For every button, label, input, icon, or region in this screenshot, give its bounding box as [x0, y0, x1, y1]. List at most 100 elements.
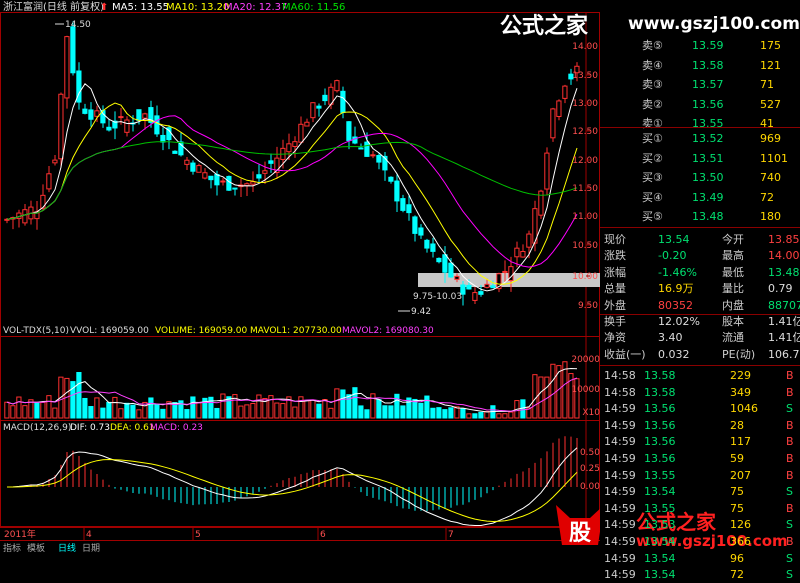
candle [346, 121, 352, 142]
price-axis-label: 13.50 [572, 71, 598, 81]
tick-volume: 75 [730, 485, 744, 499]
tick-volume: 229 [730, 369, 751, 382]
tick-time: 14:58 [604, 385, 636, 399]
tick-row: 14:59 13.54 72 S [600, 567, 800, 583]
tab-date[interactable]: 日期 [82, 543, 100, 554]
volume-bar [190, 396, 196, 419]
low-annotation: 9.42 [411, 307, 431, 317]
bid-label: 买④ [642, 190, 663, 204]
candle [292, 141, 298, 147]
tick-side: B [786, 501, 794, 515]
volume-bar [508, 411, 514, 419]
tick-side: B [786, 385, 794, 399]
volume-bar [394, 393, 400, 419]
tick-volume: 349 [730, 385, 751, 399]
volume-bar [130, 404, 136, 419]
volume-bar [106, 401, 112, 419]
volume-bar [370, 393, 376, 419]
stat-label-2: 内盘 [722, 298, 744, 312]
volume-bar [148, 397, 154, 419]
tick-time: 14:59 [604, 485, 636, 499]
tick-side: S [786, 518, 793, 532]
bid-label: 买① [642, 132, 663, 145]
stat-label-1: 收益(一) [604, 347, 646, 361]
candle [70, 26, 76, 74]
stat-label-2: 今开 [722, 233, 744, 246]
macd-title: MACD(12,26,9) [3, 423, 71, 433]
candle [406, 204, 412, 214]
tick-side: S [786, 485, 793, 499]
tab-daily[interactable]: 日线 [58, 542, 76, 554]
candle [454, 275, 460, 280]
ask-label: 卖⑤ [642, 39, 663, 52]
vol-axis-20000: 20000 [571, 355, 600, 365]
tick-row: 14:59 13.55 75 B [600, 501, 800, 517]
ask-volume: 121 [760, 58, 781, 72]
stat-row: 现价 13.54 今开 13.85 [600, 232, 800, 248]
tick-side: S [786, 402, 793, 416]
ask-row: 卖② 13.56 527 [600, 97, 800, 113]
volume-bar [238, 405, 244, 419]
candlesticks [4, 21, 580, 306]
ask-volume: 527 [760, 97, 781, 111]
tick-volume: 1046 [730, 402, 758, 416]
price-axis-label: 11.00 [572, 212, 598, 222]
candle [232, 187, 238, 190]
candle [64, 36, 70, 99]
volume-bar [352, 387, 358, 419]
bid-volume: 180 [760, 210, 781, 223]
ask-price: 13.57 [692, 78, 724, 91]
candle [322, 94, 328, 102]
time-axis-month-6: 6 [320, 530, 326, 540]
vol-title: VOL-TDX(5,10) [3, 326, 69, 336]
tick-row: 14:59 13.54 96 S [600, 551, 800, 567]
stat-value-1: 13.54 [658, 233, 690, 246]
time-axis-year: 2011年 [4, 528, 36, 540]
volume-bar [46, 395, 52, 419]
ask-volume: 71 [760, 78, 774, 91]
tick-volume: 59 [730, 452, 744, 465]
stat-value-2: 106.7 [768, 347, 800, 361]
stat-label-1: 换手 [604, 315, 626, 328]
vol-axis-10000: 10000 [571, 385, 600, 395]
stat-value-1: 12.02% [658, 315, 700, 328]
volume-bar [208, 396, 214, 419]
volume-bar [334, 388, 340, 419]
tab-template[interactable]: 模板 [27, 542, 45, 554]
tick-row: 14:59 13.53 126 S [600, 517, 800, 533]
candle [268, 160, 274, 164]
bid-price: 13.51 [692, 151, 724, 165]
stat-value-2: 13.85 [768, 233, 800, 246]
ask-label: 卖① [642, 117, 663, 130]
quote-separator [600, 365, 800, 366]
volume-bar [532, 374, 538, 419]
volume-bar [250, 402, 256, 419]
tick-row: 14:59 13.54 75 S [600, 484, 800, 500]
stat-label-1: 涨幅 [604, 265, 626, 279]
volume-bar [328, 407, 334, 419]
ask-row: 卖① 13.55 41 [600, 116, 800, 132]
stat-value-2: 1.41亿 [768, 315, 800, 328]
stat-value-2: 1.41亿 [768, 331, 800, 345]
candle [556, 100, 562, 117]
ask-price: 13.58 [692, 58, 724, 72]
volume-bar [76, 372, 82, 419]
candle [184, 159, 190, 165]
volume-bar [316, 403, 322, 419]
macd-axis-000: 0.00 [580, 482, 600, 492]
tab-indicator[interactable]: 指标 [3, 542, 21, 554]
time-axis-month-7: 7 [448, 530, 454, 540]
volume-bar [142, 401, 148, 419]
stat-label-1: 涨跌 [604, 249, 626, 263]
candle [160, 134, 166, 143]
candle [424, 239, 430, 249]
time-axis-month-5: 5 [195, 530, 201, 540]
tick-price: 13.54 [644, 485, 676, 499]
kline-chart-area[interactable]: 浙江富润(日线 前复权) ⬆ MA5: 13.55 MA10: 13.20 MA… [0, 0, 600, 555]
tick-row: 14:59 13.55 207 B [600, 468, 800, 484]
stat-value-2: 0.79 [768, 282, 793, 296]
tick-volume: 75 [730, 501, 744, 515]
volume-bar [424, 395, 430, 419]
tick-price: 13.56 [644, 418, 676, 432]
dif-label: DIF: 0.73 [70, 423, 110, 433]
